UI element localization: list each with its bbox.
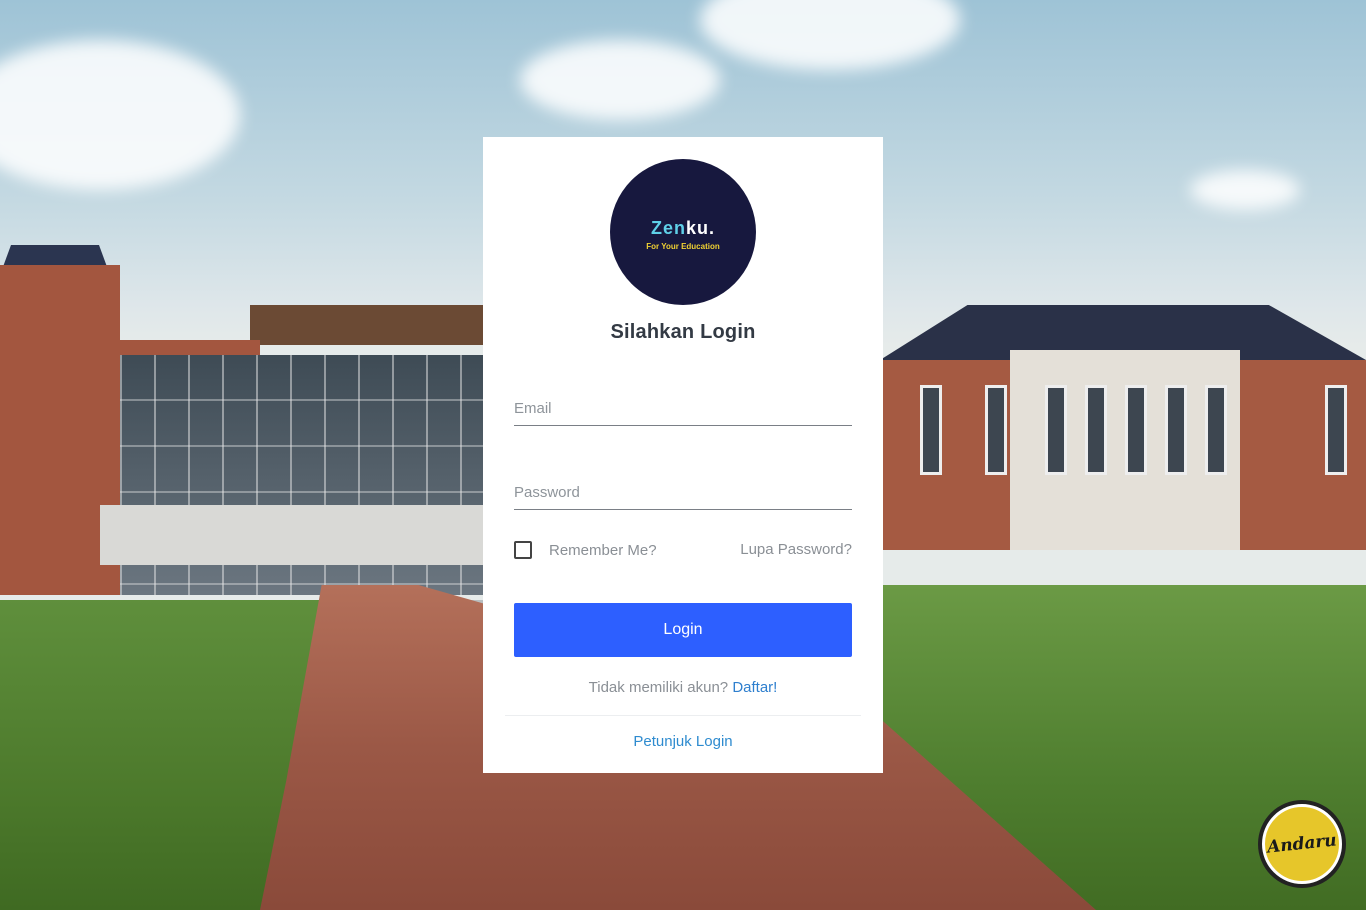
- logo-tagline: For Your Education: [646, 241, 720, 251]
- remember-me-checkbox[interactable]: [514, 541, 532, 559]
- login-button[interactable]: Login: [514, 603, 852, 657]
- right-building: [880, 305, 1366, 550]
- no-account-text: Tidak memiliki akun?: [588, 679, 729, 696]
- login-card: Zenku. For Your Education Silahkan Login…: [483, 137, 883, 773]
- zenku-logo: Zenku. For Your Education: [610, 159, 756, 305]
- email-input[interactable]: [514, 392, 852, 426]
- left-building: [0, 235, 490, 595]
- password-input[interactable]: [514, 476, 852, 510]
- remember-me-label: Remember Me?: [549, 541, 657, 559]
- login-title: Silahkan Login: [610, 321, 756, 343]
- login-help-link[interactable]: Petunjuk Login: [483, 733, 883, 750]
- register-prompt: Tidak memiliki akun? Daftar!: [483, 679, 883, 696]
- andaru-badge[interactable]: Andaru: [1258, 800, 1346, 888]
- logo-name: Zenku.: [650, 217, 716, 238]
- divider: [505, 715, 861, 716]
- forgot-password-link[interactable]: Lupa Password?: [740, 541, 852, 558]
- register-link[interactable]: Daftar!: [732, 679, 777, 696]
- badge-inner: Andaru: [1262, 804, 1342, 884]
- badge-label: Andaru: [1266, 830, 1338, 858]
- remember-me[interactable]: Remember Me?: [514, 541, 657, 559]
